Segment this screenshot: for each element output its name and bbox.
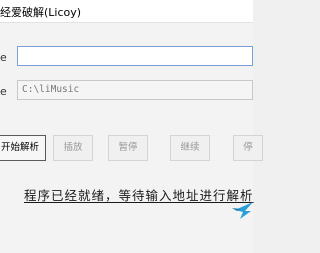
title-bar: 经爱破解(Licoy) (0, 0, 253, 23)
play-button[interactable]: 插放 (53, 135, 93, 161)
url-label: e (0, 51, 7, 64)
start-parse-button[interactable]: 开始解析 (0, 135, 46, 161)
window-title: 经爱破解(Licoy) (0, 6, 82, 19)
save-path-field[interactable]: C:\liMusic (17, 80, 253, 100)
continue-button[interactable]: 继续 (170, 135, 210, 161)
status-text: 程序已经就绪，等待输入地址进行解析 (24, 188, 254, 203)
app-window: 经爱破解(Licoy) e e C:\liMusic 开始解析 插放 暂停 继续… (0, 0, 263, 253)
url-input[interactable] (17, 46, 253, 66)
stop-button[interactable]: 停 (233, 135, 263, 161)
pause-button[interactable]: 暂停 (108, 135, 148, 161)
path-label: e (0, 85, 7, 98)
bird-icon (232, 202, 253, 219)
